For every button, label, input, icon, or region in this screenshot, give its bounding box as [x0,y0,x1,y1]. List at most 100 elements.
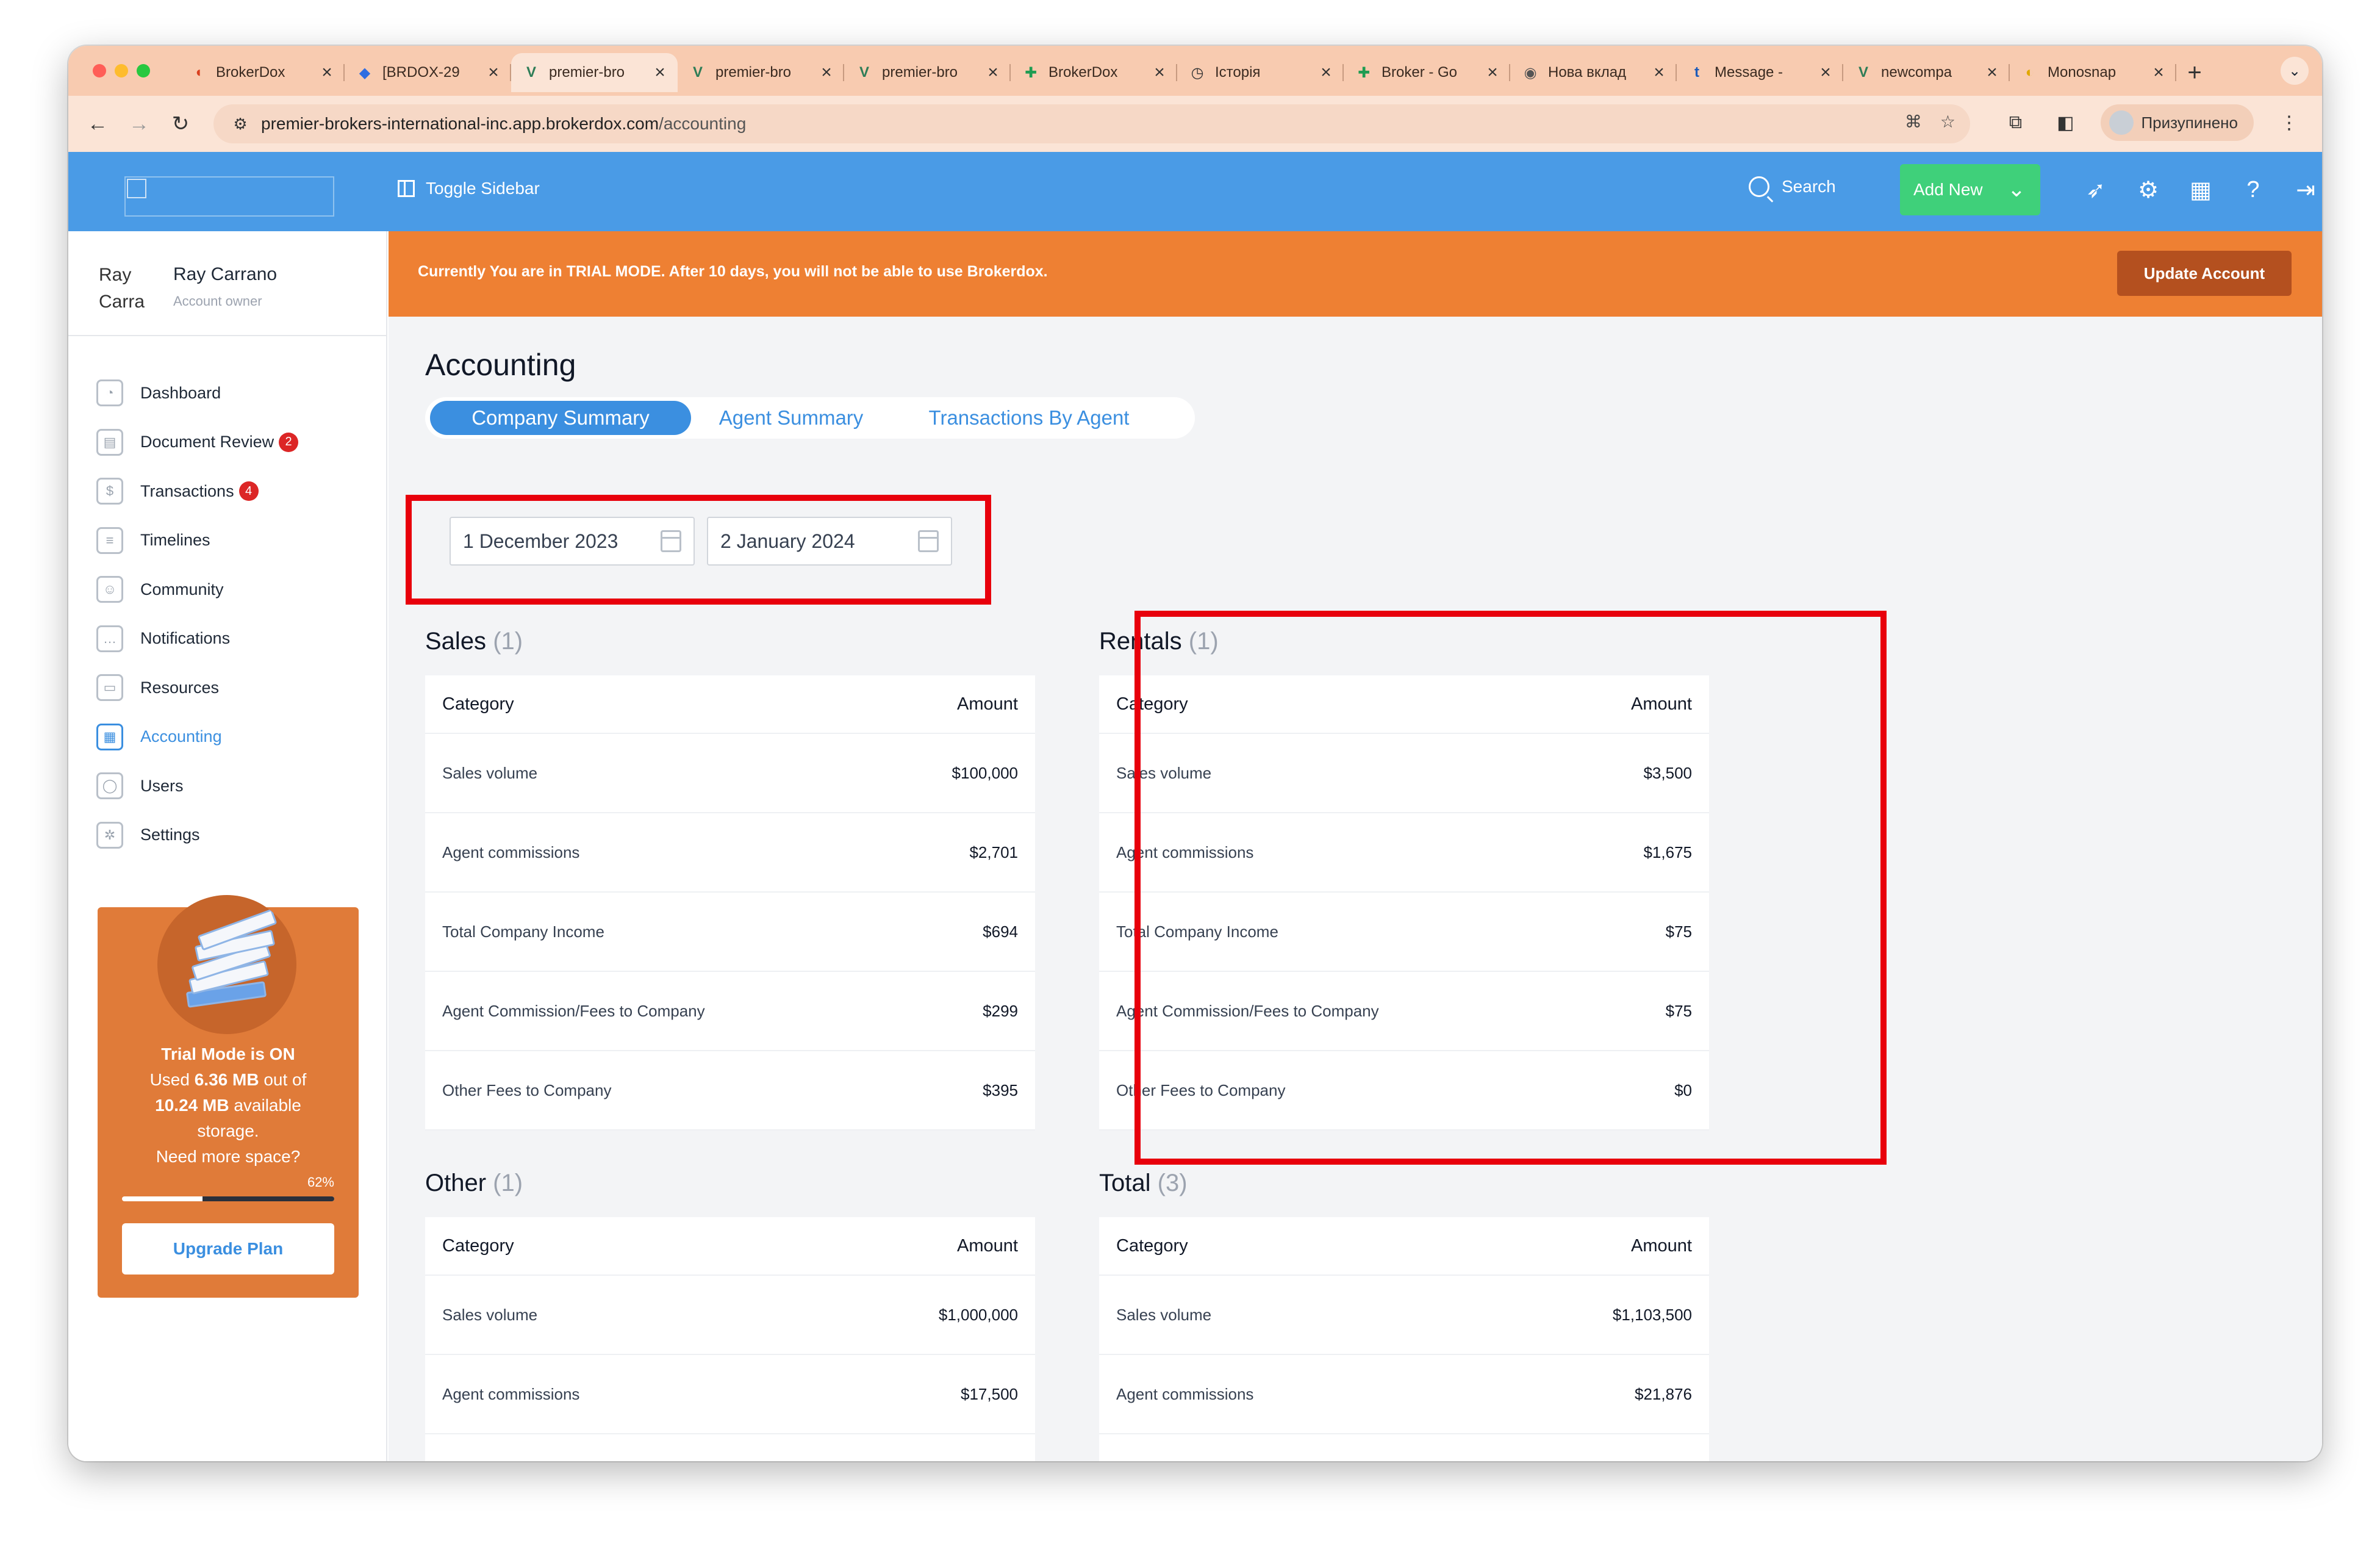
sidebar-divider [68,335,386,336]
browser-tab[interactable]: ◖ BrokerDox × [178,53,345,92]
rocket-icon[interactable]: ➶ [2081,175,2110,204]
maximize-window-button[interactable] [137,64,150,77]
address-bar[interactable]: ⚙ premier-brokers-international-inc.app.… [213,104,1970,143]
jira-icon: ◆ [359,64,371,81]
site-settings-icon[interactable]: ⚙ [228,112,253,136]
table-row: Agent commissions $21,876 [1099,1355,1709,1434]
row-category: Sales volume [1116,1305,1212,1324]
sidebar-item-accounting[interactable]: ▦ Accounting [96,713,298,762]
close-icon[interactable]: × [1483,62,1502,83]
browser-tab[interactable]: ✚ BrokerDox × [1011,53,1177,92]
tab-title: BrokerDox [216,64,285,81]
gear-icon[interactable]: ⚙ [2134,175,2163,204]
reload-icon[interactable]: ↻ [165,108,196,140]
close-icon[interactable]: × [318,62,336,83]
calendar-icon[interactable] [661,530,681,552]
browser-tab[interactable]: Vpremier-bro × [511,53,678,92]
browser-tab[interactable]: Vnewcompa × [1843,53,2010,92]
calendar-icon[interactable] [918,530,939,552]
sidebar-item-settings[interactable]: ✲ Settings [96,811,298,860]
sidebar-item-users[interactable]: ◯ Users [96,761,298,811]
tab-company-summary[interactable]: Company Summary [430,401,691,435]
profile-paused-button[interactable]: Призупинено [2101,104,2254,141]
side-panel-icon[interactable]: ◧ [2051,108,2080,137]
page-title: Accounting [425,348,576,382]
help-icon[interactable]: ? [2238,175,2268,204]
search-icon [1749,176,1769,197]
sidebar-item-notifications[interactable]: … Notifications [96,614,298,664]
browser-menu-kebab-icon[interactable]: ⋮ [2274,108,2304,137]
header-search-button[interactable]: Search [1749,176,1836,197]
timeline-icon: ≡ [96,527,123,554]
tab-search-menu-icon[interactable]: ⌄ [2281,57,2309,85]
browser-window: ◖ BrokerDox × ◆ [BRDOX-29 × Vpremier-bro × Vprem… [68,46,2322,1461]
browser-tab[interactable]: t Message - × [1677,53,1843,92]
close-icon[interactable]: × [651,62,669,83]
update-account-button[interactable]: Update Account [2117,251,2292,296]
main-content: Currently You are in TRIAL MODE. After 1… [389,231,2322,1461]
vue-icon: V [1858,64,1868,81]
close-icon[interactable]: × [817,62,836,83]
start-date-input[interactable]: 1 December 2023 [450,517,695,566]
toggle-sidebar-button[interactable]: Toggle Sidebar [398,179,540,198]
user-icon: ◯ [96,772,123,800]
close-window-button[interactable] [93,64,106,77]
tab-title: Message - [1715,64,1783,81]
sidebar-toggle-icon [398,180,415,197]
sidebar-item-community[interactable]: ☺ Community [96,565,298,614]
row-category: Total Company Income [442,922,604,941]
trial-storage-card: Trial Mode is ON Used 6.36 MB out of 10.… [98,895,359,1298]
sidebar-item-transactions[interactable]: $ Transactions 4 [96,467,298,516]
bookmark-star-icon[interactable]: ☆ [1940,112,1955,132]
sidebar-item-timelines[interactable]: ≡ Timelines [96,516,298,566]
browser-tab[interactable]: ✚ Broker - Go × [1344,53,1510,92]
browser-tab[interactable]: Vpremier-bro × [678,53,844,92]
sidebar: Ray Carra Ray Carrano Account owner ◔ Das… [68,231,387,1461]
end-date-input[interactable]: 2 January 2024 [707,517,952,566]
sidebar-item-dashboard[interactable]: ◔ Dashboard [96,369,298,418]
user-profile[interactable]: Ray Carra Ray Carrano Account owner [99,262,277,317]
total-section-title: Total (3) [1099,1170,1188,1196]
upgrade-plan-button[interactable]: Upgrade Plan [122,1223,334,1275]
row-amount: $299 [983,1001,1018,1020]
close-icon[interactable]: × [1983,62,2001,83]
close-icon[interactable]: × [2149,62,2168,83]
extensions-puzzle-icon[interactable]: ⧉ [2001,108,2030,137]
dollar-icon: $ [96,478,123,505]
translate-icon[interactable]: ⌘ [1905,112,1922,132]
sidebar-item-label: Community [140,580,224,599]
back-arrow-icon[interactable]: ← [82,108,113,140]
close-icon[interactable]: × [1150,62,1169,83]
logout-icon[interactable]: ⇥ [2291,175,2320,204]
rentals-highlight [1134,611,1887,1165]
monosnap-icon: ◐ [2025,64,2035,81]
browser-tab[interactable]: ◉ Нова вклад × [1510,53,1677,92]
row-amount: $395 [983,1080,1018,1099]
sidebar-item-resources[interactable]: ▭ Resources [96,663,298,713]
close-icon[interactable]: × [484,62,503,83]
row-amount: $1,000,000 [938,1305,1018,1324]
row-amount: $100,000 [952,763,1018,782]
browser-tab[interactable]: ◐ Monosnap × [2010,53,2176,92]
new-tab-plus-icon[interactable]: + [2176,53,2213,92]
tab-title: premier-bro [882,64,958,81]
close-icon[interactable]: × [1816,62,1835,83]
browser-tab[interactable]: Vpremier-bro × [844,53,1011,92]
add-new-dropdown-button[interactable]: Add New ⌄ [1900,164,2040,215]
forward-arrow-icon[interactable]: → [123,108,155,140]
tab-agent-summary[interactable]: Agent Summary [703,401,880,435]
close-icon[interactable]: × [984,62,1002,83]
sidebar-item-document-review[interactable]: ▤ Document Review 2 [96,418,299,467]
close-icon[interactable]: × [1317,62,1335,83]
minimize-window-button[interactable] [115,64,128,77]
vue-icon: V [526,64,536,81]
browser-tab[interactable]: ◆ [BRDOX-29 × [345,53,511,92]
calculator-icon[interactable]: ▦ [2186,175,2215,204]
close-icon[interactable]: × [1650,62,1668,83]
row-category: Sales volume [442,1305,538,1324]
app-logo-broken-image[interactable] [124,176,334,217]
category-column-header: Category [442,1235,514,1256]
browser-tab[interactable]: ◷ Історія × [1177,53,1344,92]
sidebar-item-label: Document Review [140,433,274,451]
tab-transactions-by-agent[interactable]: Transactions By Agent [907,401,1151,435]
